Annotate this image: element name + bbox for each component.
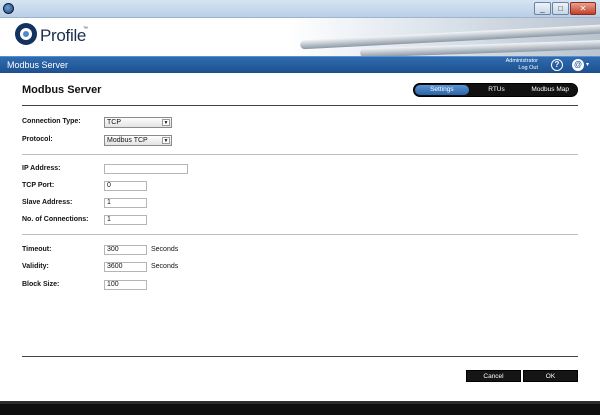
user-name: Administrator [505,58,538,64]
slave-address-input[interactable]: 1 [104,198,147,208]
close-button[interactable]: ✕ [570,2,596,15]
brand-banner: Profile ™ [0,18,600,56]
chevron-down-icon: ▼ [162,137,170,144]
logout-link[interactable]: Log Out [506,65,538,72]
connections-input[interactable]: 1 [104,215,147,225]
account-icon[interactable]: @ [572,59,584,71]
ip-address-label: IP Address: [22,165,61,172]
connection-type-value: TCP [107,119,121,126]
tab-rtus[interactable]: RTUs [470,84,524,96]
user-block: Administrator Log Out [506,58,538,72]
page-title: Modbus Server [22,84,102,96]
tab-bar: Settings RTUs Modbus Map [413,83,578,97]
connections-label: No. of Connections: [22,216,89,223]
chevron-down-icon[interactable]: ▾ [586,61,589,68]
tcp-port-input[interactable]: 0 [104,181,147,191]
header-bar: Modbus Server Administrator Log Out ? @ … [0,56,600,73]
help-icon[interactable]: ? [551,59,563,71]
divider [22,234,578,235]
divider [22,154,578,155]
window-titlebar: _ □ ✕ [0,0,600,18]
validity-unit: Seconds [151,263,179,270]
slave-address-label: Slave Address: [22,199,73,206]
cancel-button[interactable]: Cancel [466,370,521,382]
connection-type-label: Connection Type: [22,118,81,125]
logo-text: Profile [40,26,87,45]
protocol-value: Modbus TCP [107,137,148,144]
profile-logo-icon [15,23,37,45]
tab-settings[interactable]: Settings [415,85,469,95]
block-size-input[interactable]: 100 [104,280,147,290]
timeout-input[interactable]: 300 [104,245,147,255]
validity-input[interactable]: 3600 [104,262,147,272]
block-size-label: Block Size: [22,281,60,288]
protocol-select[interactable]: Modbus TCP ▼ [104,135,172,146]
window-controls: _ □ ✕ [534,2,596,15]
timeout-unit: Seconds [151,246,179,253]
divider [22,356,578,357]
ok-button[interactable]: OK [523,370,578,382]
maximize-button[interactable]: □ [552,2,569,15]
window-footer [0,401,600,415]
divider [22,105,578,106]
ip-address-input[interactable] [104,164,188,174]
tab-modbus-map[interactable]: Modbus Map [523,84,577,96]
chevron-down-icon: ▼ [162,119,170,126]
tcp-port-label: TCP Port: [22,182,55,189]
timeout-label: Timeout: [22,246,52,253]
connection-type-select[interactable]: TCP ▼ [104,117,172,128]
protocol-label: Protocol: [22,136,53,143]
header-title: Modbus Server [7,60,69,70]
app-icon[interactable] [3,3,14,14]
minimize-button[interactable]: _ [534,2,551,15]
validity-label: Validity: [22,263,49,270]
logo-trademark: ™ [83,26,88,32]
